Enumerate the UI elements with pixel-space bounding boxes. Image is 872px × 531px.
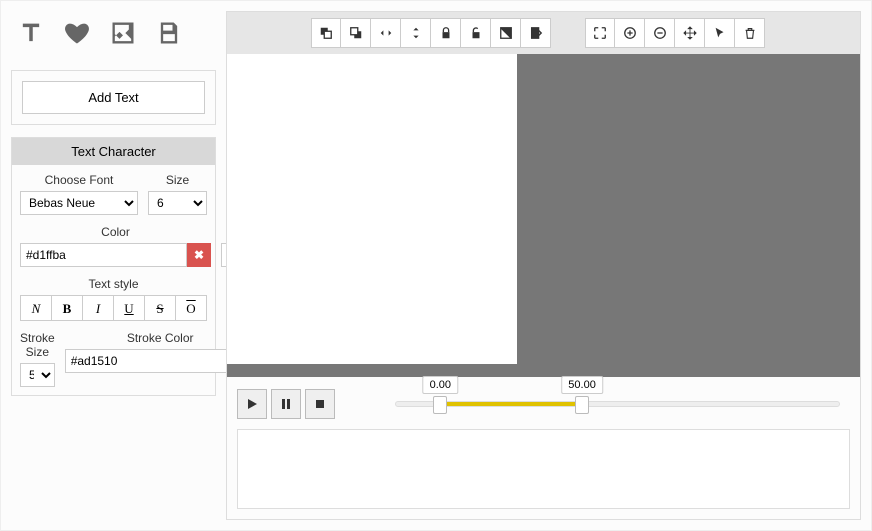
remove-button[interactable] [645, 18, 675, 48]
color-input[interactable] [20, 243, 187, 267]
send-to-back-button[interactable] [341, 18, 371, 48]
slider-end-tip: 50.00 [561, 376, 603, 394]
select-button[interactable] [705, 18, 735, 48]
stop-button[interactable] [305, 389, 335, 419]
slider-start-tip: 0.00 [423, 376, 458, 394]
style-underline-button[interactable]: U [114, 295, 145, 321]
style-bold-button[interactable]: B [52, 295, 83, 321]
panel-title: Text Character [12, 138, 215, 165]
flip-h-button[interactable] [371, 18, 401, 48]
canvas-toolbar [227, 12, 860, 54]
stroke-size-label: Stroke Size [20, 331, 55, 359]
flip-v-button[interactable] [401, 18, 431, 48]
stroke-color-input[interactable] [65, 349, 232, 373]
timeline-panel [237, 429, 850, 509]
fullscreen-button[interactable] [585, 18, 615, 48]
textstyle-label: Text style [20, 277, 207, 291]
style-italic-button[interactable]: I [83, 295, 114, 321]
clip-button[interactable] [521, 18, 551, 48]
delete-button[interactable] [735, 18, 765, 48]
play-button[interactable] [237, 389, 267, 419]
heart-icon[interactable] [63, 19, 91, 50]
add-button[interactable] [615, 18, 645, 48]
save-icon[interactable] [155, 19, 183, 50]
style-strike-button[interactable]: S [145, 295, 176, 321]
mask-button[interactable] [491, 18, 521, 48]
slider-end-handle[interactable] [575, 396, 589, 414]
text-tool-icon[interactable] [17, 19, 45, 50]
style-overline-button[interactable]: O [176, 295, 207, 321]
bring-to-front-button[interactable] [311, 18, 341, 48]
unlock-button[interactable] [461, 18, 491, 48]
color-clear-button[interactable]: ✖ [187, 243, 211, 267]
canvas[interactable] [227, 54, 517, 364]
size-label: Size [148, 173, 207, 187]
size-select[interactable]: 6 [148, 191, 207, 215]
pause-button[interactable] [271, 389, 301, 419]
font-select[interactable]: Bebas Neue [20, 191, 138, 215]
slider-start-handle[interactable] [433, 396, 447, 414]
add-text-button[interactable]: Add Text [22, 81, 205, 114]
timeline-slider[interactable]: 0.00 50.00 [345, 389, 850, 419]
color-label: Color [20, 225, 211, 239]
move-button[interactable] [675, 18, 705, 48]
lock-button[interactable] [431, 18, 461, 48]
stroke-size-select[interactable]: 5 [20, 363, 55, 387]
text-character-panel: Text Character Choose Font Bebas Neue Si… [11, 137, 216, 396]
image-icon[interactable] [109, 19, 137, 50]
style-normal-button[interactable]: N [20, 295, 52, 321]
font-label: Choose Font [20, 173, 138, 187]
canvas-area[interactable] [227, 54, 860, 377]
